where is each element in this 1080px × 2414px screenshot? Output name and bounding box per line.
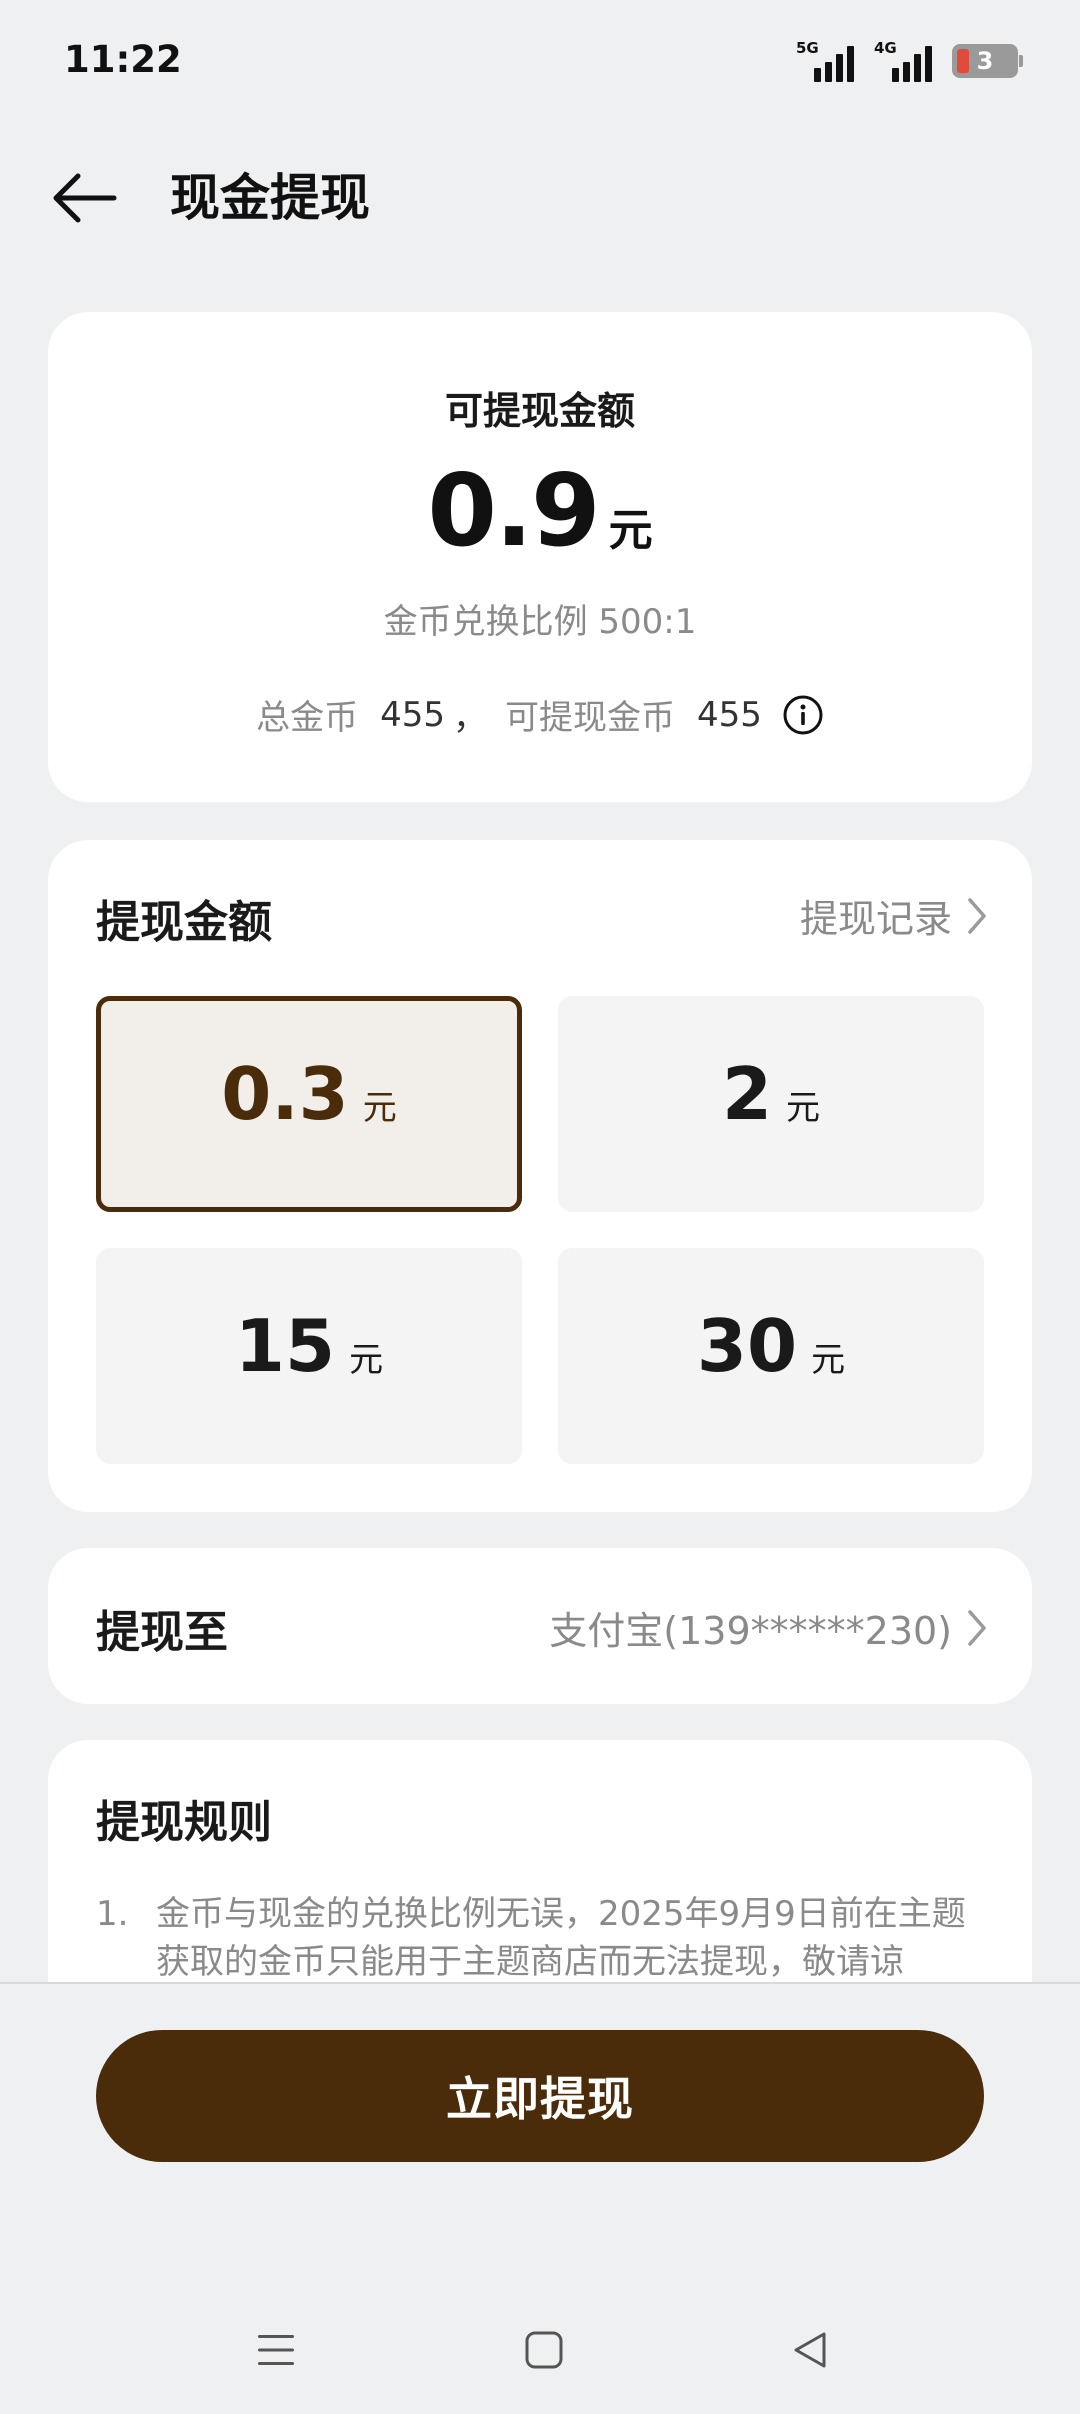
exchange-ratio: 金币兑换比例 500:1 <box>383 602 697 642</box>
arrow-left-icon <box>53 173 117 223</box>
destination-account: 支付宝(139******230) <box>549 1609 952 1653</box>
balance-card: 可提现金额 0.9 元 金币兑换比例 500:1 总金币 455 ， 可提现金币 … <box>48 312 1032 802</box>
status-icons: 5G 4G 3 <box>796 38 1023 82</box>
signal-4g-icon: 4G <box>874 40 936 82</box>
menu-icon[interactable] <box>246 2320 306 2380</box>
amount-option-value: 30 <box>696 1304 798 1388</box>
balance-unit: 元 <box>608 505 653 556</box>
amount-option-unit: 元 <box>362 1088 397 1128</box>
amount-option-unit: 元 <box>349 1340 384 1380</box>
withdraw-record-label: 提现记录 <box>799 897 952 941</box>
amount-options: 0.3 元 2 元 15 元 30 元 <box>96 996 984 1464</box>
destination-value-group: 支付宝(139******230) <box>549 1600 988 1655</box>
status-time: 11:22 <box>64 38 182 81</box>
chevron-right-icon <box>966 896 988 936</box>
amount-option-0-3[interactable]: 0.3 元 <box>96 996 522 1212</box>
rule-text: 金币与现金的兑换比例无误，2025年9月9日前在主题获取的金币只能用于主题商店而… <box>156 1894 966 1982</box>
back-button[interactable] <box>48 166 124 230</box>
amount-option-value: 15 <box>234 1304 336 1388</box>
amount-option-unit: 元 <box>786 1088 821 1128</box>
bottom-action-panel: 立即提现 <box>0 1982 1080 2414</box>
battery-level: 3 <box>976 47 994 75</box>
chevron-right-icon <box>966 1608 988 1648</box>
destination-title: 提现至 <box>96 1607 228 1658</box>
balance-amount-row: 0.9 元 <box>48 452 1032 569</box>
withdrawable-coins-label: 可提现金币 <box>505 698 675 738</box>
home-icon[interactable] <box>514 2320 574 2380</box>
destination-row[interactable]: 提现至 支付宝(139******230) <box>48 1548 1032 1704</box>
info-icon[interactable] <box>782 694 824 736</box>
amount-option-2[interactable]: 2 元 <box>558 996 984 1212</box>
balance-label: 可提现金额 <box>444 389 635 433</box>
rule-number: 1. <box>96 1894 129 1934</box>
withdraw-now-button[interactable]: 立即提现 <box>96 2030 984 2162</box>
amount-card: 提现金额 提现记录 0.3 元 2 元 15 元 30 元 <box>48 840 1032 1512</box>
rule-item: 1. 金币与现金的兑换比例无误，2025年9月9日前在主题获取的金币只能用于主题… <box>96 1890 984 1986</box>
amount-option-unit: 元 <box>811 1340 846 1380</box>
coin-summary: 总金币 455 ， 可提现金币 455 <box>48 690 1032 739</box>
signal-5g-icon: 5G <box>796 40 858 82</box>
page-title: 现金提现 <box>170 169 370 227</box>
back-triangle-icon[interactable] <box>780 2320 840 2380</box>
amount-section-title: 提现金额 <box>96 897 272 948</box>
total-coins-label: 总金币 <box>256 698 359 738</box>
amount-option-value: 0.3 <box>221 1052 349 1136</box>
rules-title: 提现规则 <box>96 1797 272 1848</box>
system-nav-bar <box>0 2294 1080 2414</box>
status-bar: 11:22 5G 4G 3 <box>0 0 1080 120</box>
amount-option-30[interactable]: 30 元 <box>558 1248 984 1464</box>
amount-option-15[interactable]: 15 元 <box>96 1248 522 1464</box>
total-coins-value: 455 <box>380 694 445 735</box>
withdraw-record-link[interactable]: 提现记录 <box>800 888 988 943</box>
withdrawable-coins-value: 455 <box>697 694 762 735</box>
amount-option-value: 2 <box>721 1052 773 1136</box>
battery-icon: 3 <box>952 44 1023 78</box>
balance-amount: 0.9 <box>427 452 600 569</box>
coin-separator: ， <box>453 698 487 738</box>
